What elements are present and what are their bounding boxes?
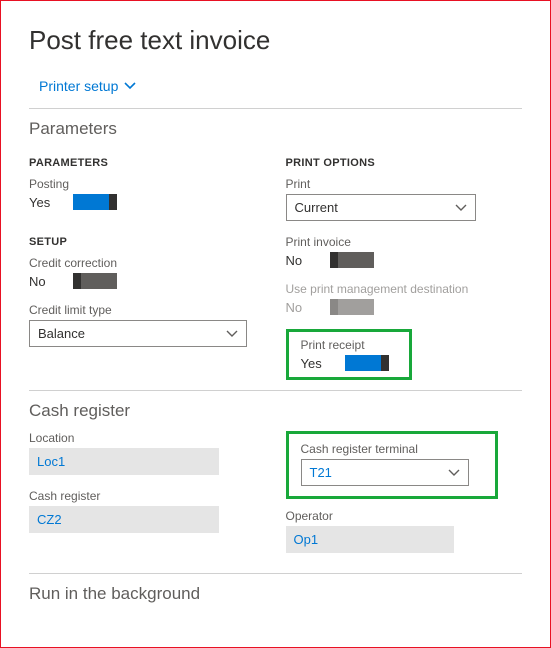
field-print: Print Current xyxy=(286,177,523,221)
field-credit-correction: Credit correction No xyxy=(29,256,266,289)
chevron-down-icon xyxy=(448,469,460,477)
terminal-label: Cash register terminal xyxy=(301,442,469,456)
posting-label: Posting xyxy=(29,177,266,191)
subhead-parameters: PARAMETERS xyxy=(29,157,266,169)
print-label: Print xyxy=(286,177,523,191)
operator-label: Operator xyxy=(286,509,523,523)
section-title-parameters: Parameters xyxy=(29,119,522,139)
field-use-print-mgmt: Use print management destination No xyxy=(286,282,523,315)
dialog-post-free-text-invoice: Post free text invoice Printer setup Par… xyxy=(0,0,551,648)
chevron-down-icon xyxy=(124,82,136,90)
print-value: Current xyxy=(295,200,338,215)
subhead-setup: SETUP xyxy=(29,236,266,248)
cash-register-value: CZ2 xyxy=(29,506,219,533)
section-title-background: Run in the background xyxy=(29,584,522,604)
divider xyxy=(29,390,522,391)
printer-setup-label: Printer setup xyxy=(39,78,118,94)
page-title: Post free text invoice xyxy=(29,25,522,56)
parameters-left-col: PARAMETERS Posting Yes SETUP Credit corr… xyxy=(29,149,266,384)
field-posting: Posting Yes xyxy=(29,177,266,210)
print-select[interactable]: Current xyxy=(286,194,476,221)
parameters-columns: PARAMETERS Posting Yes SETUP Credit corr… xyxy=(29,149,522,384)
operator-value: Op1 xyxy=(286,526,454,553)
print-receipt-label: Print receipt xyxy=(301,338,389,352)
use-print-mgmt-value: No xyxy=(286,300,312,315)
subhead-print-options: PRINT OPTIONS xyxy=(286,157,523,169)
field-location: Location Loc1 xyxy=(29,431,266,475)
credit-limit-type-select[interactable]: Balance xyxy=(29,320,247,347)
field-credit-limit-type: Credit limit type Balance xyxy=(29,303,266,347)
highlight-terminal: Cash register terminal T21 xyxy=(286,431,498,499)
printer-setup-link[interactable]: Printer setup xyxy=(39,78,136,94)
posting-value: Yes xyxy=(29,195,55,210)
location-label: Location xyxy=(29,431,266,445)
cash-register-label: Cash register xyxy=(29,489,266,503)
highlight-print-receipt: Print receipt Yes xyxy=(286,329,412,380)
print-receipt-toggle[interactable] xyxy=(345,355,389,371)
use-print-mgmt-toggle xyxy=(330,299,374,315)
parameters-right-col: PRINT OPTIONS Print Current Print invoic… xyxy=(286,149,523,384)
credit-correction-toggle[interactable] xyxy=(73,273,117,289)
field-cash-register: Cash register CZ2 xyxy=(29,489,266,533)
posting-toggle[interactable] xyxy=(73,194,117,210)
cash-register-right-col: Cash register terminal T21 Operator Op1 xyxy=(286,431,523,567)
print-receipt-value: Yes xyxy=(301,356,327,371)
section-title-cash-register: Cash register xyxy=(29,401,522,421)
terminal-select[interactable]: T21 xyxy=(301,459,469,486)
use-print-mgmt-label: Use print management destination xyxy=(286,282,523,296)
location-value: Loc1 xyxy=(29,448,219,475)
cash-register-left-col: Location Loc1 Cash register CZ2 xyxy=(29,431,266,567)
divider xyxy=(29,108,522,109)
divider xyxy=(29,573,522,574)
credit-limit-type-value: Balance xyxy=(38,326,85,341)
print-invoice-toggle[interactable] xyxy=(330,252,374,268)
print-invoice-label: Print invoice xyxy=(286,235,523,249)
terminal-value: T21 xyxy=(310,465,332,480)
field-print-invoice: Print invoice No xyxy=(286,235,523,268)
chevron-down-icon xyxy=(226,330,238,338)
chevron-down-icon xyxy=(455,204,467,212)
field-operator: Operator Op1 xyxy=(286,509,523,553)
credit-correction-value: No xyxy=(29,274,55,289)
credit-correction-label: Credit correction xyxy=(29,256,266,270)
cash-register-columns: Location Loc1 Cash register CZ2 Cash reg… xyxy=(29,431,522,567)
print-invoice-value: No xyxy=(286,253,312,268)
credit-limit-type-label: Credit limit type xyxy=(29,303,266,317)
